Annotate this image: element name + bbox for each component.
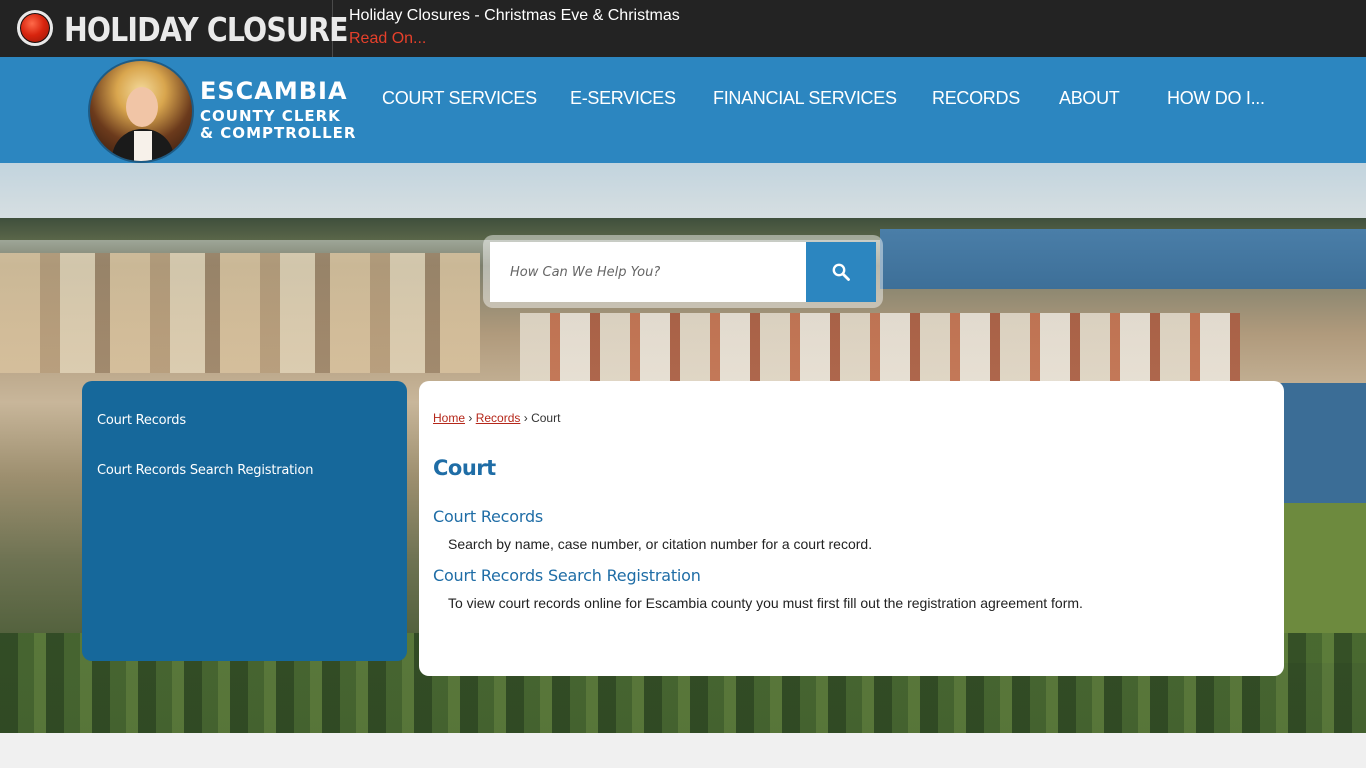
alert-label-panel: HOLIDAY CLOSURE [0,0,348,57]
logo-text-line2: COUNTY CLERK [200,107,341,125]
breadcrumb-current: Court [531,411,561,425]
alert-icon [17,10,53,46]
sidebar-item-court-records[interactable]: Court Records [97,413,186,428]
search-button[interactable] [806,242,876,302]
breadcrumb-records-link[interactable]: Records [476,411,521,425]
alert-message: Holiday Closures - Christmas Eve & Chris… [349,7,680,24]
breadcrumb-separator: › [523,411,528,425]
logo-text-line1: ESCAMBIA [200,77,348,105]
search-input[interactable] [490,242,806,302]
logo-text-line3: & COMPTROLLER [200,124,357,142]
breadcrumb: Home › Records › Court [433,411,560,425]
nav-about[interactable]: ABOUT [1059,88,1120,109]
nav-financial-services[interactable]: FINANCIAL SERVICES [713,88,897,109]
site-header: ESCAMBIA COUNTY CLERK & COMPTROLLER COUR… [0,57,1366,163]
breadcrumb-home-link[interactable]: Home [433,411,465,425]
sidebar-item-court-records-search-registration[interactable]: Court Records Search Registration [97,463,313,478]
site-logo[interactable]: ESCAMBIA COUNTY CLERK & COMPTROLLER [88,59,355,163]
section-title-court-records-search-registration[interactable]: Court Records Search Registration [433,566,701,585]
section-description: To view court records online for Escambi… [448,595,1083,611]
section-description: Search by name, case number, or citation… [448,536,873,552]
main-content: Home › Records › Court Court Court Recor… [419,381,1284,676]
nav-e-services[interactable]: E-SERVICES [570,88,676,109]
section-title-court-records[interactable]: Court Records [433,507,543,526]
nav-records[interactable]: RECORDS [932,88,1020,109]
breadcrumb-separator: › [468,411,473,425]
logo-portrait [88,59,194,163]
page-title: Court [433,456,496,480]
nav-how-do-i[interactable]: HOW DO I... [1167,88,1265,109]
sidebar: Court Records Court Records Search Regis… [82,381,407,661]
nav-court-services[interactable]: COURT SERVICES [382,88,537,109]
alert-title: HOLIDAY CLOSURE [64,10,348,49]
footer-strip [0,733,1366,768]
search-icon [832,263,850,281]
alert-read-on-link[interactable]: Read On... [349,30,426,48]
alert-bar: HOLIDAY CLOSURE Holiday Closures - Chris… [0,0,1366,57]
